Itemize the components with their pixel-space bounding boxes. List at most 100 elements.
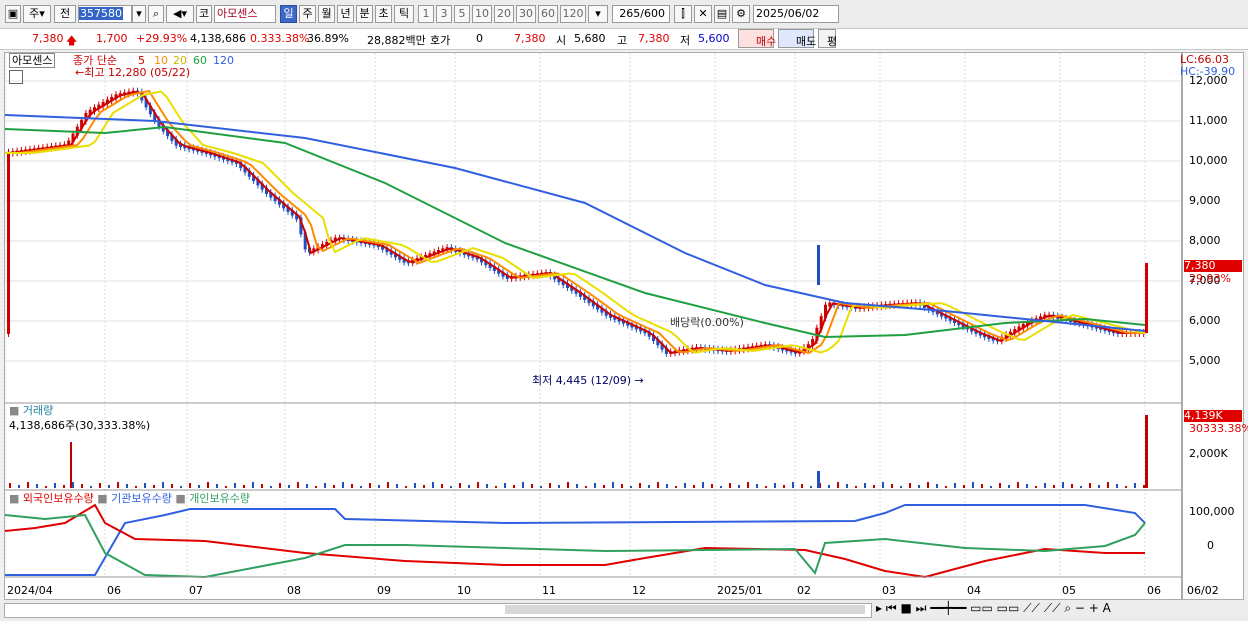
window-icon[interactable]: ▣ [5, 5, 21, 23]
count-value: 265 [619, 7, 641, 20]
scroll-track[interactable] [4, 603, 872, 618]
scroll-thumb[interactable] [505, 605, 865, 614]
x-tick-label: 07 [189, 584, 203, 597]
volume-value: 4,138,686주(30,333.38%) [9, 419, 151, 432]
volume-bar [135, 486, 137, 488]
interval-dropdown-icon[interactable]: ▾ [588, 5, 608, 23]
date-field[interactable]: 2025/06/02 [753, 5, 839, 23]
market-label: 코 [198, 7, 210, 20]
chart-svg[interactable] [5, 53, 1181, 599]
volume-bar [945, 486, 947, 488]
volume-bar [603, 485, 605, 488]
volume-bar [70, 442, 72, 488]
interval-30[interactable]: 30 [516, 5, 536, 23]
tab-week[interactable]: 주 [299, 5, 316, 23]
price-axis[interactable]: LC:66.03 HC:-39.90 12,000 11,000 10,000 9,0… [1180, 52, 1248, 600]
crosshair-icon[interactable]: ✕ [694, 5, 712, 23]
tab-year[interactable]: 년 [337, 5, 354, 23]
volume-bar [225, 486, 227, 488]
legend-foreign: 외국인보유수량 [22, 492, 94, 505]
volume-bar [981, 484, 983, 488]
volume-bar [817, 471, 820, 488]
volume-bar [1035, 486, 1037, 488]
volume-bar [873, 485, 875, 488]
interval-label: 3 [440, 7, 448, 20]
search-icon[interactable]: ⌕ [148, 5, 164, 23]
sound-icon[interactable]: ◀▾ [166, 5, 194, 23]
volume-bar [729, 483, 731, 488]
volume-axis-tick: 2,000K [1189, 447, 1228, 460]
volume-bar [207, 482, 209, 488]
buy-button[interactable]: 매수 [738, 29, 776, 48]
save-icon[interactable]: ▤ [714, 5, 730, 23]
volume-bar [99, 483, 101, 488]
volume-bar [765, 486, 767, 488]
x-tick-label: 03 [882, 584, 896, 597]
volume-bar [1026, 484, 1028, 488]
tab-minute[interactable]: 분 [356, 5, 373, 23]
volume-bar [477, 482, 479, 488]
volume-bar [1044, 483, 1046, 488]
volume-bar [990, 486, 992, 488]
volume-bar [468, 485, 470, 488]
volume-bar [999, 483, 1001, 488]
volume-bar [1107, 482, 1109, 488]
interval-1[interactable]: 1 [418, 5, 434, 23]
panel-toggle-icon[interactable] [9, 70, 23, 84]
interval-20[interactable]: 20 [494, 5, 514, 23]
ma60-line [5, 125, 1146, 339]
volume-bar [675, 486, 677, 488]
stock-name-field[interactable]: 아모센스 [214, 5, 276, 23]
volume-bar [315, 486, 317, 488]
candle-icon[interactable]: ⫿ [674, 5, 692, 23]
up-arrow-icon: 🡅 [66, 34, 78, 47]
sell-button[interactable]: 매도 [778, 29, 816, 48]
stock-code-input[interactable]: 357580 [78, 5, 132, 23]
tab-tick[interactable]: 틱 [394, 5, 414, 23]
y-tick-label: 9,000 [1189, 194, 1221, 207]
chart-stock-box[interactable]: 아모센스 [9, 53, 56, 68]
volume-bar [9, 483, 11, 488]
interval-120[interactable]: 120 [560, 5, 586, 23]
interval-10[interactable]: 10 [472, 5, 492, 23]
x-tick-label: 08 [287, 584, 301, 597]
volume-bar [882, 482, 884, 488]
volume-bar [909, 483, 911, 488]
volume-bar [18, 485, 20, 488]
gear-icon[interactable]: ⚙ [732, 5, 750, 23]
tab-month[interactable]: 월 [318, 5, 335, 23]
x-tick-label: 06 [107, 584, 121, 597]
last-pct-tag: 29.93% [1189, 272, 1231, 285]
volume-bar [423, 485, 425, 488]
y-tick-label: 8,000 [1189, 234, 1221, 247]
volume-bar [720, 486, 722, 488]
volume-bar [711, 484, 713, 488]
volume-bar [540, 486, 542, 488]
count-total: /600 [640, 7, 665, 20]
volume-bar [360, 486, 362, 488]
hoga-value: 0 [476, 32, 483, 45]
nav-controls[interactable]: ▸ ⏮ ■ ⏭ ━━┿━━ ▭▭ ▭▭ ⟋⟋ ⟋⟋ ⌕ − + A [876, 601, 1111, 616]
volume-bar [396, 484, 398, 488]
market-button[interactable]: 코 [196, 5, 212, 23]
chart-area[interactable]: 아모센스 종가 단순 5 10 20 60 120 ←최고 12,280 (05… [4, 52, 1182, 600]
individual-line [5, 513, 1146, 579]
x-tick-label: 2024/04 [7, 584, 53, 597]
tab-day[interactable]: 일 [280, 5, 297, 23]
interval-3[interactable]: 3 [436, 5, 452, 23]
period-select[interactable]: 주▾ [23, 5, 51, 23]
volume-bar [171, 484, 173, 488]
volume-bar [864, 483, 866, 488]
interval-60[interactable]: 60 [538, 5, 558, 23]
tab-second[interactable]: 초 [375, 5, 392, 23]
volume-bar [243, 485, 245, 488]
volume-bar [387, 482, 389, 488]
code-dropdown-icon[interactable]: ▾ [132, 5, 146, 23]
eval-button[interactable]: 평 [818, 29, 837, 48]
volume-bar [702, 482, 704, 488]
chart-stock-name: 아모센스 [9, 53, 56, 68]
count-field[interactable]: 265/600 [612, 5, 670, 23]
prev-button[interactable]: 전 [54, 5, 76, 23]
interval-5[interactable]: 5 [454, 5, 470, 23]
volume-bar [1116, 484, 1118, 488]
